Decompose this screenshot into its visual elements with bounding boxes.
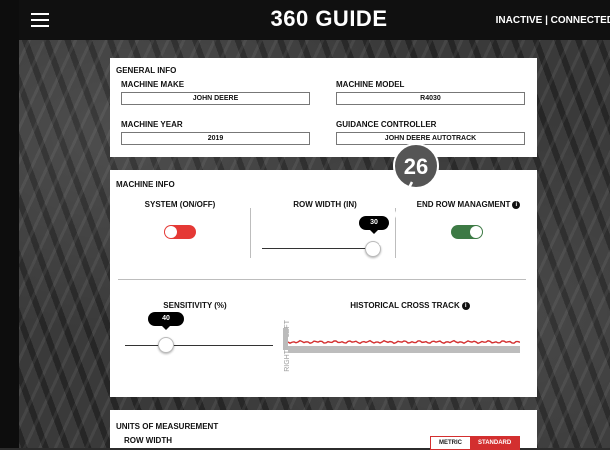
divider — [250, 208, 251, 258]
machine-info-title: MACHINE INFO — [116, 180, 175, 189]
end-row-label: END ROW MANAGMENT i — [400, 200, 537, 209]
historical-cross-track-label: HISTORICAL CROSS TRACK i — [310, 301, 510, 310]
cross-track-line — [288, 339, 520, 345]
toggle-knob — [470, 226, 482, 238]
machine-model-label: MACHINE MODEL — [336, 80, 405, 89]
machine-model-field[interactable]: R4030 — [336, 92, 525, 105]
system-toggle[interactable] — [164, 225, 196, 239]
row-width-slider-track — [262, 248, 374, 249]
machine-make-field[interactable]: JOHN DEERE — [121, 92, 310, 105]
step-pointer — [378, 181, 414, 246]
standard-button[interactable]: STANDARD — [470, 437, 520, 449]
info-icon[interactable]: i — [512, 200, 521, 209]
info-icon[interactable]: i — [461, 301, 470, 310]
historical-label-text: HISTORICAL CROSS TRACK — [350, 301, 460, 310]
machine-year-field[interactable]: 2019 — [121, 132, 310, 145]
end-row-label-text: END ROW MANAGMENT — [416, 200, 511, 209]
machine-year-label: MACHINE YEAR — [121, 120, 183, 129]
cross-track-chart — [288, 339, 520, 345]
app-title: 360 GUIDE — [270, 6, 388, 31]
guidance-controller-label: GUIDANCE CONTROLLER — [336, 120, 437, 129]
guidance-controller-field[interactable]: JOHN DEERE AUTOTRACK — [336, 132, 525, 145]
menu-icon[interactable] — [31, 13, 49, 27]
window-edge — [0, 0, 19, 448]
machine-make-label: MACHINE MAKE — [121, 80, 185, 89]
sensitivity-slider-handle[interactable] — [158, 337, 174, 353]
connection-status: INACTIVE | CONNECTED — [495, 15, 610, 26]
section-divider — [118, 279, 526, 280]
sensitivity-value-bubble: 40 — [148, 312, 184, 330]
units-title: UNITS OF MEASUREMENT — [116, 422, 219, 431]
sensitivity-slider-track — [125, 345, 273, 346]
sensitivity-label: SENSITIVITY (%) — [163, 301, 227, 310]
top-bar: 360 GUIDE INACTIVE | CONNECTED — [19, 0, 610, 40]
general-info-panel: GENERAL INFO MACHINE MAKE JOHN DEERE MAC… — [110, 58, 537, 157]
end-row-toggle[interactable] — [451, 225, 483, 239]
general-info-title: GENERAL INFO — [116, 66, 177, 75]
machine-info-panel: MACHINE INFO SYSTEM (ON/OFF) ROW WIDTH (… — [110, 170, 537, 397]
metric-button[interactable]: METRIC — [431, 437, 470, 449]
toggle-knob — [165, 226, 177, 238]
system-label: SYSTEM (ON/OFF) — [144, 200, 216, 209]
right-label: RIGHT — [284, 350, 291, 372]
row-width-units-label: ROW WIDTH — [124, 436, 172, 445]
